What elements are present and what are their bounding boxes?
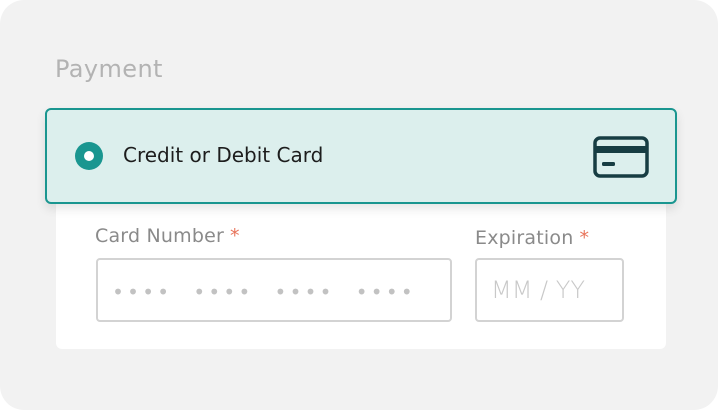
section-title: Payment: [55, 55, 163, 83]
expiration-label: Expiration *: [475, 227, 589, 249]
required-marker: *: [579, 227, 590, 249]
expiration-input[interactable]: MM / YY: [475, 258, 624, 322]
payment-option-label: Credit or Debit Card: [123, 143, 324, 167]
payment-option-credit-card[interactable]: Credit or Debit Card: [45, 108, 677, 204]
expiration-label-text: Expiration: [475, 227, 574, 249]
expiration-placeholder: MM / YY: [491, 276, 586, 304]
required-marker: *: [230, 225, 240, 247]
radio-button-selected[interactable]: [75, 142, 103, 170]
credit-card-icon: [593, 136, 649, 178]
card-number-input[interactable]: •••• •••• •••• ••••: [96, 258, 452, 322]
card-number-placeholder: •••• •••• •••• ••••: [112, 280, 416, 304]
card-number-label: Card Number *: [95, 225, 240, 247]
card-number-label-text: Card Number: [95, 225, 225, 247]
payment-panel: Payment Credit or Debit Card Card Number…: [0, 0, 718, 410]
radio-dot: [84, 151, 94, 161]
